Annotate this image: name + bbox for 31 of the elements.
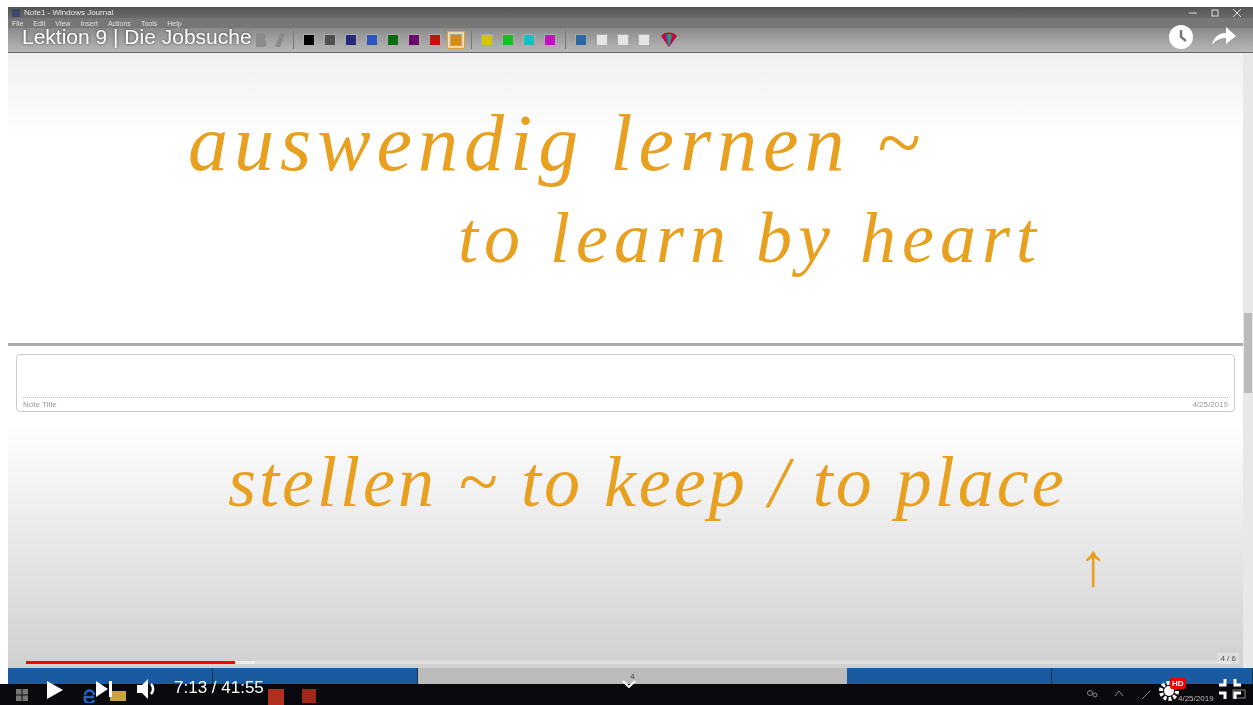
- note-title-field[interactable]: Note Title 4/25/2019: [16, 354, 1235, 412]
- scrollbar[interactable]: [1243, 53, 1253, 668]
- exit-fullscreen-icon[interactable]: [1218, 678, 1242, 700]
- handwritten-arrow: ↑: [1077, 531, 1112, 600]
- handwritten-text: auswendig lernen ~: [187, 98, 927, 189]
- handwritten-text: to learn by heart: [457, 197, 1043, 280]
- folder-icon[interactable]: [110, 689, 126, 701]
- people-icon[interactable]: [1086, 689, 1098, 701]
- color-swatch[interactable]: [447, 31, 465, 49]
- hd-badge: HD: [1170, 678, 1186, 689]
- handwritten-text: stellen ~ to keep / to place: [227, 441, 1068, 524]
- window-title: Note1 - Windows Journal: [24, 7, 114, 18]
- play-icon[interactable]: [46, 680, 64, 700]
- chevron-down-icon[interactable]: [622, 680, 636, 688]
- close-button[interactable]: [1233, 8, 1241, 17]
- browser-icon[interactable]: [82, 689, 96, 703]
- share-icon[interactable]: [1211, 26, 1237, 46]
- chevron-up-icon[interactable]: [1114, 689, 1124, 697]
- note-title-label: Note Title: [23, 400, 57, 409]
- notification-icon[interactable]: [1232, 689, 1246, 701]
- app-icon: [12, 8, 20, 17]
- taskbar-date: 4/25/2019: [1178, 694, 1214, 703]
- note-date: 4/25/2019: [1192, 400, 1228, 409]
- windows-logo-icon[interactable]: [16, 689, 28, 701]
- color-palette-icon[interactable]: [660, 32, 678, 48]
- page-number: 4: [629, 671, 636, 681]
- next-icon[interactable]: [96, 681, 114, 697]
- restore-button[interactable]: [1211, 8, 1219, 17]
- page-indicator: 4 / 6: [1217, 653, 1239, 664]
- video-time: 7:13 / 41:55: [174, 678, 264, 698]
- watch-later-icon[interactable]: [1168, 24, 1194, 50]
